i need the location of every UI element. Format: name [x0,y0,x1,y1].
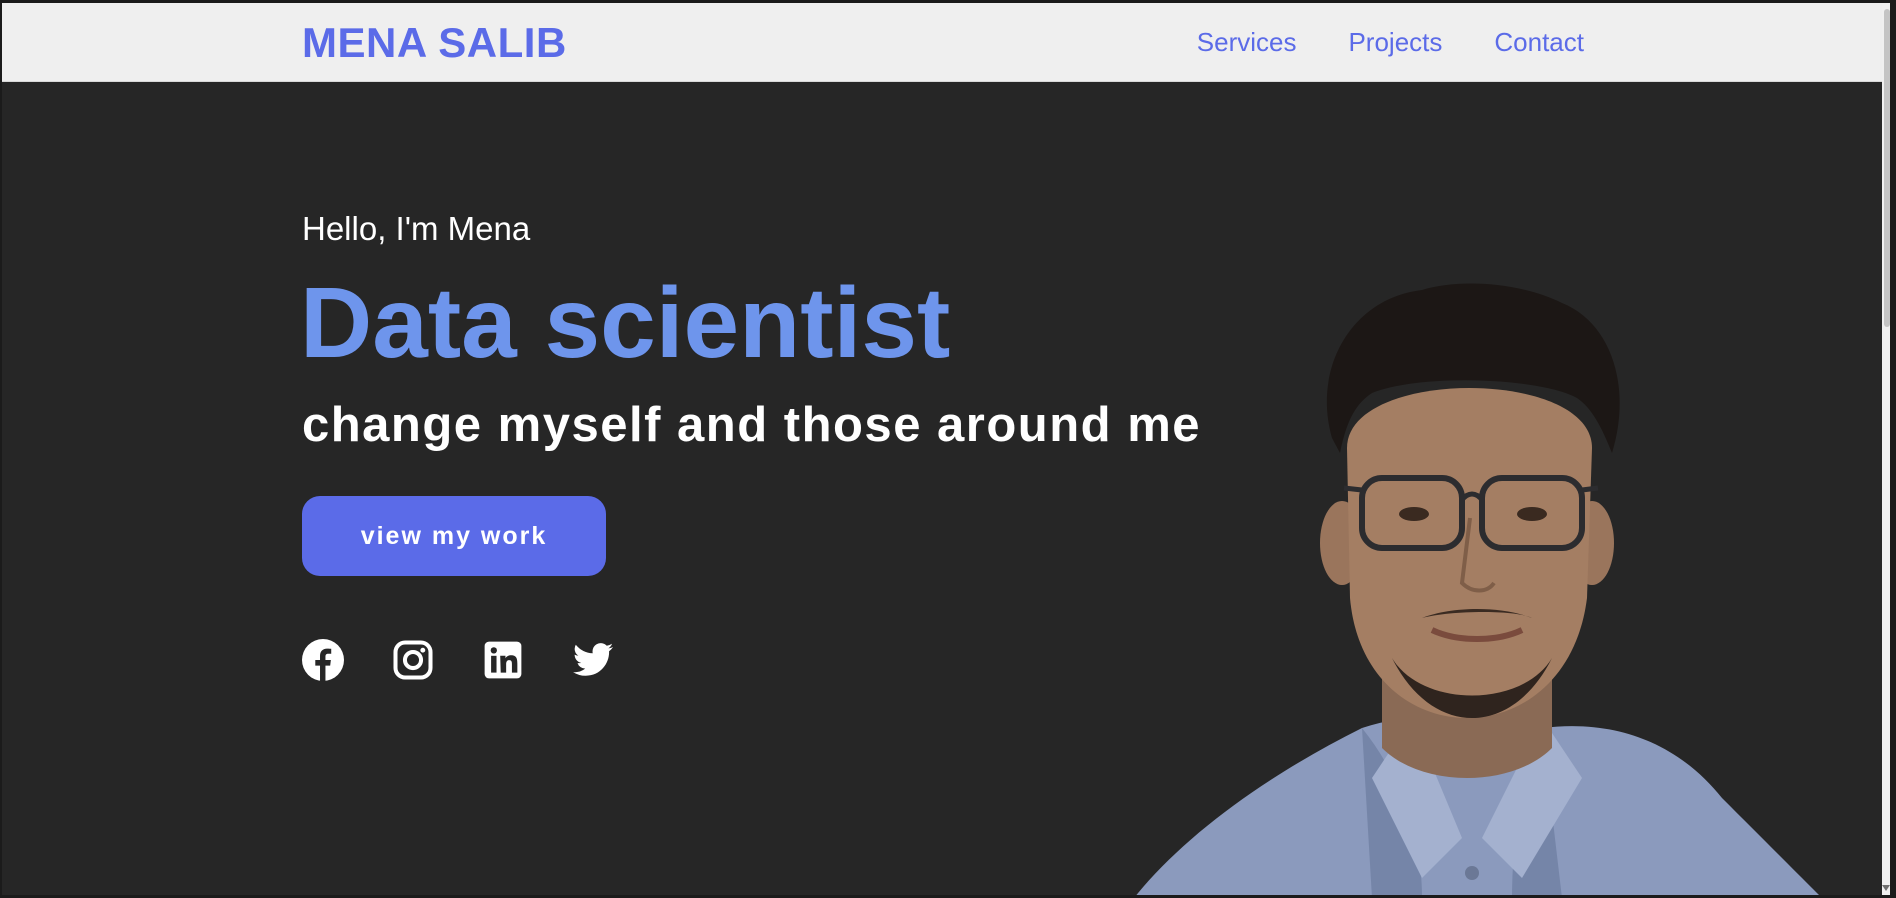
profile-photo [1136,283,1819,895]
hero-role-title: Data scientist [300,267,951,379]
page-frame: MENA SALIB Services Projects Contact Hel… [2,3,1890,895]
nav-link-services[interactable]: Services [1197,27,1297,58]
facebook-link[interactable] [302,639,344,681]
instagram-icon [393,640,433,680]
site-header: MENA SALIB Services Projects Contact [2,3,1890,82]
nav-link-contact[interactable]: Contact [1494,27,1584,58]
site-logo[interactable]: MENA SALIB [302,19,567,67]
main-nav: Services Projects Contact [1197,27,1584,58]
facebook-icon [302,639,344,681]
twitter-link[interactable] [572,639,614,681]
twitter-icon [573,643,614,676]
instagram-link[interactable] [392,639,434,681]
scroll-down-arrow-icon[interactable] [1882,885,1890,891]
nav-link-projects[interactable]: Projects [1348,27,1442,58]
hero-tagline: change myself and those around me [302,398,1202,452]
hero-greeting: Hello, I'm Mena [302,210,531,247]
linkedin-icon [484,641,522,679]
social-links [302,639,614,681]
vertical-scrollbar[interactable] [1882,3,1890,895]
scrollbar-thumb[interactable] [1884,9,1890,327]
linkedin-link[interactable] [482,639,524,681]
view-my-work-button[interactable]: view my work [302,496,606,576]
